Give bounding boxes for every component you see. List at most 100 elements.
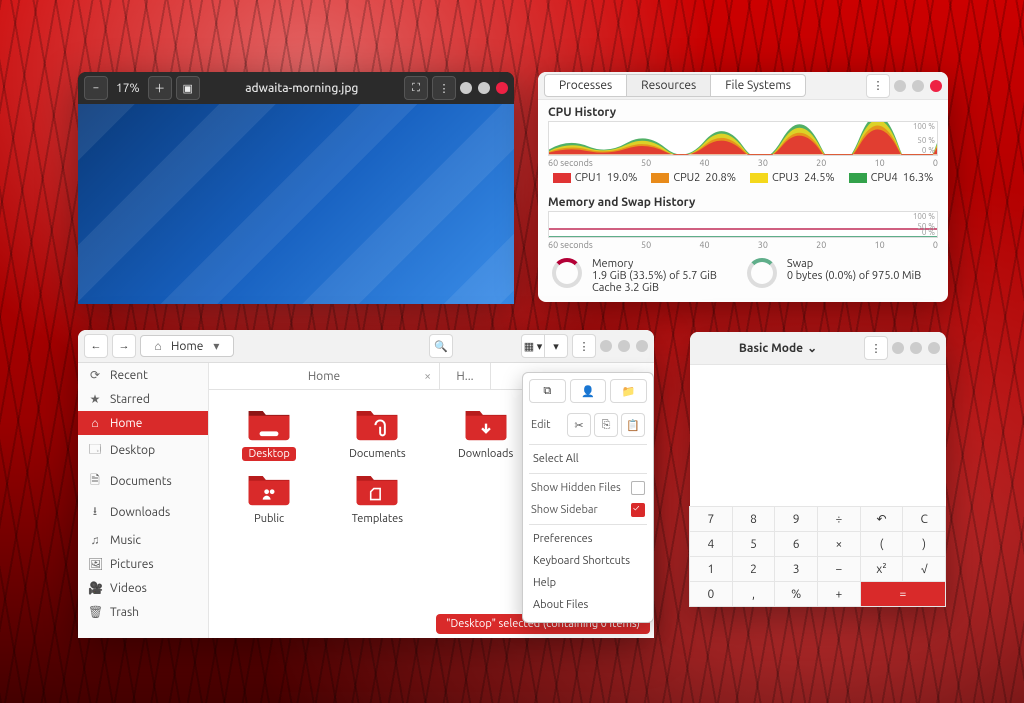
zoom-out-button[interactable]: − <box>84 76 108 100</box>
folder-label: Downloads <box>452 447 519 461</box>
close-window-button[interactable] <box>928 342 940 354</box>
system-monitor-window-controls <box>894 80 942 92</box>
copy-button[interactable]: ⎘ <box>594 413 618 437</box>
paste-button[interactable]: 📋 <box>621 413 645 437</box>
sidebar-item-recent[interactable]: ⟳Recent <box>78 363 208 387</box>
folder-label: Templates <box>346 512 409 526</box>
calculator-keypad: 789÷↶C 456×() 123−x²√ 0,%+= <box>690 506 946 607</box>
home-icon: ⌂ <box>151 339 165 353</box>
menu-about[interactable]: About Files <box>529 594 647 616</box>
sidebar-item-desktop[interactable]: 🗔Desktop <box>78 435 208 466</box>
list-view-button[interactable]: ▾ <box>545 334 568 358</box>
calc-key-3[interactable]: 3 <box>774 556 818 582</box>
minimize-window-button[interactable] <box>894 80 906 92</box>
search-button[interactable]: 🔍 <box>429 334 453 358</box>
new-folder-button[interactable]: 📁 <box>610 379 647 403</box>
calc-key-↶[interactable]: ↶ <box>860 506 904 532</box>
zoom-in-button[interactable]: ＋ <box>148 76 172 100</box>
calc-key-÷[interactable]: ÷ <box>817 506 861 532</box>
hidden-checkbox[interactable] <box>631 481 645 495</box>
tab-filesystems[interactable]: File Systems <box>711 74 806 97</box>
sidebar-item-trash[interactable]: 🗑Trash <box>78 600 208 624</box>
menu-help[interactable]: Help <box>529 572 647 594</box>
memory-summary: Memory 1.9 GiB (33.5%) of 5.7 GiB Cache … <box>552 258 934 294</box>
grid-view-button[interactable]: ▦ ▾ <box>521 334 545 358</box>
calc-key-x²[interactable]: x² <box>860 556 904 582</box>
calc-key-,[interactable]: , <box>732 581 776 607</box>
files-tab-partial[interactable]: H... <box>440 363 491 389</box>
close-window-button[interactable] <box>930 80 942 92</box>
calc-key-7[interactable]: 7 <box>689 506 733 532</box>
close-tab-button[interactable]: × <box>424 370 431 383</box>
cpu-legend-item: CPU3 24.5% <box>750 172 835 184</box>
calc-key-9[interactable]: 9 <box>774 506 818 532</box>
cpu-legend-item: CPU1 19.0% <box>553 172 638 184</box>
folder-desktop[interactable]: Desktop <box>215 400 323 461</box>
calc-key-5[interactable]: 5 <box>732 531 776 557</box>
calc-key-6[interactable]: 6 <box>774 531 818 557</box>
menu-show-sidebar[interactable]: Show Sidebar <box>529 499 647 521</box>
zoom-fit-button[interactable]: ▣ <box>176 76 200 100</box>
sidebar-item-videos[interactable]: 🎥Videos <box>78 576 208 600</box>
files-menu-button[interactable]: ⋮ <box>572 334 596 358</box>
calc-key-+[interactable]: + <box>817 581 861 607</box>
files-tab-home[interactable]: Home × <box>209 363 440 389</box>
folder-public[interactable]: Public <box>215 465 323 526</box>
breadcrumb[interactable]: ⌂ Home ▾ <box>140 335 234 357</box>
image-viewer-menu[interactable]: ⋮ <box>432 76 456 100</box>
calc-key-×[interactable]: × <box>817 531 861 557</box>
folder-templates[interactable]: Templates <box>323 465 431 526</box>
system-monitor-tabs: Processes Resources File Systems <box>544 74 806 97</box>
tab-resources[interactable]: Resources <box>627 74 711 97</box>
files-sidebar: ⟳Recent★Starred⌂Home🗔Desktop🗎Documents⭳D… <box>78 363 209 638</box>
tab-processes[interactable]: Processes <box>544 74 627 97</box>
menu-shortcuts[interactable]: Keyboard Shortcuts <box>529 550 647 572</box>
calc-key-C[interactable]: C <box>902 506 946 532</box>
menu-select-all[interactable]: Select All <box>529 448 647 470</box>
calc-key-8[interactable]: 8 <box>732 506 776 532</box>
new-tab-button[interactable]: ⧉ <box>529 379 566 403</box>
nav-forward-button[interactable]: → <box>112 334 136 358</box>
folder-documents[interactable]: Documents <box>323 400 431 461</box>
new-window-button[interactable]: 👤 <box>570 379 607 403</box>
menu-preferences[interactable]: Preferences <box>529 528 647 550</box>
sidebar-item-downloads[interactable]: ⭳Downloads <box>78 497 208 528</box>
maximize-window-button[interactable] <box>910 342 922 354</box>
calc-key-4[interactable]: 4 <box>689 531 733 557</box>
calc-key-−[interactable]: − <box>817 556 861 582</box>
calc-key-1[interactable]: 1 <box>689 556 733 582</box>
calc-key-0[interactable]: 0 <box>689 581 733 607</box>
sidebar-item-music[interactable]: ♫Music <box>78 528 208 552</box>
close-window-button[interactable] <box>496 82 508 94</box>
nav-back-button[interactable]: ← <box>84 334 108 358</box>
folder-icon <box>241 465 297 509</box>
maximize-window-button[interactable] <box>478 82 490 94</box>
fullscreen-button[interactable]: ⛶ <box>404 76 428 100</box>
calc-mode-selector[interactable]: Basic Mode ⌄ <box>739 341 817 355</box>
maximize-window-button[interactable] <box>912 80 924 92</box>
memory-history-title: Memory and Swap History <box>548 196 938 209</box>
calc-key-%[interactable]: % <box>774 581 818 607</box>
calc-key-=[interactable]: = <box>860 581 946 607</box>
swap-ring-icon <box>747 258 777 288</box>
folder-label: Desktop <box>242 447 295 461</box>
minimize-window-button[interactable] <box>892 342 904 354</box>
minimize-window-button[interactable] <box>460 82 472 94</box>
calc-key-√[interactable]: √ <box>902 556 946 582</box>
maximize-window-button[interactable] <box>618 340 630 352</box>
sidebar-item-starred[interactable]: ★Starred <box>78 387 208 411</box>
menu-show-hidden[interactable]: Show Hidden Files <box>529 477 647 499</box>
sidebar-item-pictures[interactable]: 🖼Pictures <box>78 552 208 576</box>
sidebar-item-home[interactable]: ⌂Home <box>78 411 208 435</box>
sidebar-checkbox[interactable] <box>631 503 645 517</box>
minimize-window-button[interactable] <box>600 340 612 352</box>
sidebar-item-documents[interactable]: 🗎Documents <box>78 466 208 497</box>
calculator-menu[interactable]: ⋮ <box>864 336 888 360</box>
calc-key-([interactable]: ( <box>860 531 904 557</box>
calc-key-)[interactable]: ) <box>902 531 946 557</box>
calc-key-2[interactable]: 2 <box>732 556 776 582</box>
chevron-down-icon: ⌄ <box>807 341 817 355</box>
system-monitor-menu[interactable]: ⋮ <box>866 74 890 98</box>
cut-button[interactable]: ✂ <box>567 413 591 437</box>
close-window-button[interactable] <box>636 340 648 352</box>
